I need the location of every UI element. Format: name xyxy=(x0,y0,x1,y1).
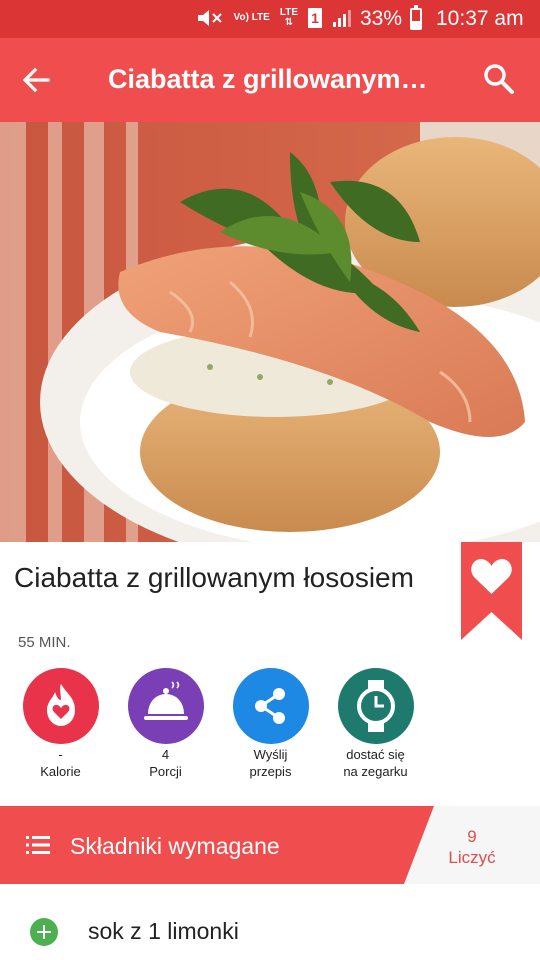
share-label-line1: Wyślij xyxy=(253,747,288,762)
mute-icon xyxy=(197,10,222,26)
servings-action[interactable]: 4 Porcji xyxy=(113,668,218,780)
share-recipe-action[interactable]: Wyślij przepis xyxy=(218,668,323,780)
ingredient-row[interactable]: sok z 1 limonki xyxy=(0,900,540,960)
watch-label-line1: dostać się xyxy=(346,747,405,762)
app-bar: Ciabatta z grillowanym… xyxy=(0,38,540,122)
battery-icon xyxy=(410,5,422,30)
calories-label: Kalorie xyxy=(40,764,81,779)
serving-cloche-icon xyxy=(143,681,188,720)
status-bar: Vo) LTE LTE ⇅ 1 33% 10:37 am xyxy=(0,0,540,38)
arrow-back-icon[interactable] xyxy=(20,64,52,96)
recipe-actions: - Kalorie 4 Porcji Wyślij przepis dostać… xyxy=(0,668,540,788)
calories-value: - xyxy=(58,747,63,762)
flame-heart-icon xyxy=(46,684,75,726)
share-icon xyxy=(254,688,285,724)
ingredient-text: sok z 1 limonki xyxy=(88,918,239,944)
servings-count-value: 9 xyxy=(467,827,477,846)
servings-value: 4 xyxy=(161,747,170,762)
share-label-line2: przepis xyxy=(249,764,292,779)
list-icon xyxy=(26,836,50,854)
watch-circle[interactable] xyxy=(337,668,414,744)
add-ingredient-icon[interactable] xyxy=(30,918,58,946)
servings-count-label: Liczyć xyxy=(448,848,496,867)
volte-indicator: Vo) LTE xyxy=(233,12,270,23)
search-icon[interactable] xyxy=(482,62,516,96)
calories-action[interactable]: - Kalorie xyxy=(8,668,113,780)
clock: 10:37 am xyxy=(436,7,524,30)
servings-circle[interactable] xyxy=(127,668,204,744)
favorite-button[interactable] xyxy=(461,542,522,640)
recipe-title: Ciabatta z grillowanym łososiem xyxy=(14,562,414,593)
ingredients-header: Składniki wymagane 9 Liczyć xyxy=(0,806,540,884)
signal-icon xyxy=(333,10,351,27)
battery-percentage: 33% xyxy=(360,7,403,30)
watch-icon xyxy=(356,680,395,732)
share-circle[interactable] xyxy=(232,668,309,744)
calories-circle[interactable] xyxy=(22,668,99,744)
ingredients-header-label: Składniki wymagane xyxy=(70,833,280,859)
lte-indicator: LTE ⇅ xyxy=(280,8,298,28)
bookmark-ribbon-icon xyxy=(461,542,522,640)
recipe-time: 55 MIN. xyxy=(18,634,71,651)
sim-indicator: 1 xyxy=(308,8,322,28)
status-icons: Vo) LTE LTE ⇅ 1 xyxy=(196,8,354,28)
watch-action[interactable]: dostać się na zegarku xyxy=(323,668,428,780)
data-arrows-icon: ⇅ xyxy=(284,17,294,28)
servings-label: Porcji xyxy=(149,764,182,779)
servings-count[interactable]: 9 Liczyć xyxy=(404,826,540,868)
watch-label-line2: na zegarku xyxy=(343,764,408,779)
recipe-photo xyxy=(0,122,540,542)
app-bar-title: Ciabatta z grillowanym… xyxy=(108,64,428,94)
